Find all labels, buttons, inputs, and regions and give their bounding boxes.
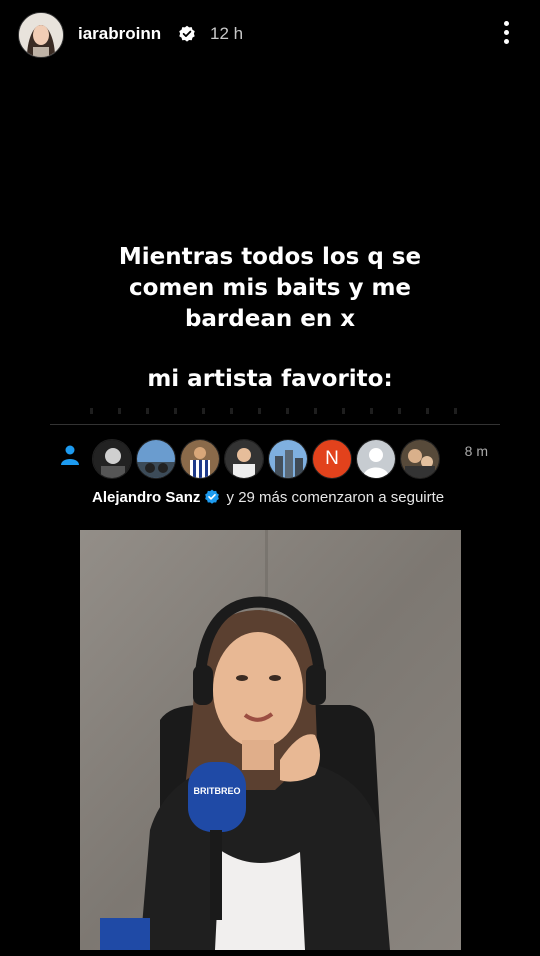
notification-rest: y 29 más comenzaron a seguirte (226, 489, 445, 506)
follower-avatar[interactable] (400, 439, 440, 479)
caption-second: mi artista favorito: (147, 366, 393, 392)
caption-line: Mientras todos los q se (118, 244, 422, 270)
follower-avatar[interactable] (92, 439, 132, 479)
story-caption: Mientras todos los q se comen mis baits … (0, 242, 540, 335)
caption-line: comen mis baits y me (128, 275, 412, 301)
post-time: 12 h (210, 24, 244, 43)
follower-avatar-letter[interactable]: N (312, 439, 352, 479)
cropped-text-line (90, 408, 470, 414)
story-photo: BRITBREO (80, 530, 461, 950)
follower-avatar[interactable] (136, 439, 176, 479)
follower-avatar[interactable] (268, 439, 308, 479)
follow-notification[interactable]: N 8 m Alejandro Sanz y 29 más comenzaron… (50, 424, 500, 515)
verified-badge-icon (205, 489, 220, 504)
follower-avatar[interactable] (180, 439, 220, 479)
follower-avatar[interactable] (224, 439, 264, 479)
mic-label: BRITBREO (194, 786, 241, 796)
notification-time: 8 m (464, 443, 488, 459)
caption-line: bardean en x (184, 306, 356, 332)
follower-avatar[interactable] (356, 439, 396, 479)
follower-name[interactable]: Alejandro Sanz (92, 489, 200, 506)
verified-icon (179, 25, 195, 42)
person-icon (61, 445, 79, 465)
more-options-icon[interactable] (498, 18, 514, 50)
username[interactable]: iarabroinn (78, 24, 161, 44)
story-header: iarabroinn 12 h (0, 0, 540, 70)
profile-avatar[interactable] (18, 12, 64, 58)
notification-text: Alejandro Sanz y 29 más comenzaron a seg… (92, 489, 444, 506)
